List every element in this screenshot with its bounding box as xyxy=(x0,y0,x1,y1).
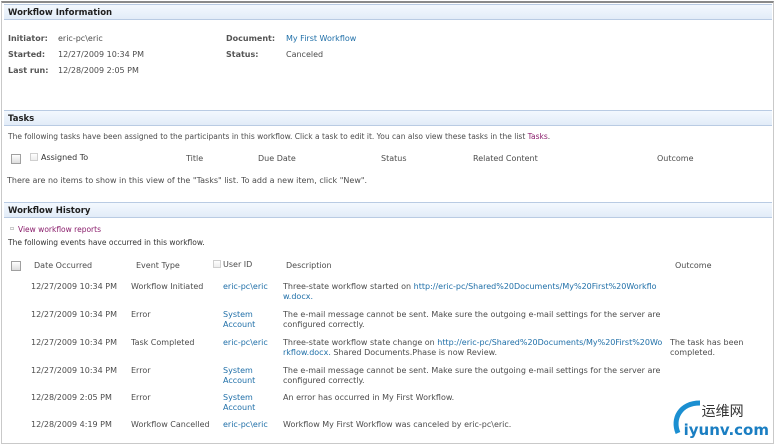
history-intro: The following events have occurred in th… xyxy=(8,238,205,247)
row-date: 12/27/2009 10:34 PM xyxy=(31,366,117,375)
column-date-occurred[interactable]: Date Occurred xyxy=(34,261,92,270)
row-description: Three-state workflow started on http://e… xyxy=(283,282,663,302)
column-event-type[interactable]: Event Type xyxy=(136,261,180,270)
row-description: Three-state workflow state change on htt… xyxy=(283,338,663,358)
watermark-swoosh-icon xyxy=(673,400,700,434)
initiator-value: eric-pc\eric xyxy=(58,34,103,43)
row-event-type: Error xyxy=(131,366,151,375)
column-description[interactable]: Description xyxy=(286,261,332,270)
view-workflow-reports-link[interactable]: View workflow reports xyxy=(18,225,101,234)
column-status[interactable]: Status xyxy=(381,154,407,163)
row-description-text: Three-state workflow started on xyxy=(283,282,414,291)
row-description: The e-mail message cannot be sent. Make … xyxy=(283,310,663,330)
document-link[interactable]: My First Workflow xyxy=(286,34,356,43)
row-description-after: Shared Documents.Phase is now Review. xyxy=(330,348,498,357)
row-date: 12/27/2009 10:34 PM xyxy=(31,282,117,291)
row-user-link[interactable]: eric-pc\eric xyxy=(223,282,281,292)
row-event-type: Workflow Initiated xyxy=(131,282,204,291)
row-date: 12/27/2009 10:34 PM xyxy=(31,338,117,347)
tasks-intro-text: The following tasks have been assigned t… xyxy=(8,132,526,141)
status-value: Canceled xyxy=(286,50,324,59)
column-related-content[interactable]: Related Content xyxy=(473,154,538,163)
started-value: 12/27/2009 10:34 PM xyxy=(58,50,144,59)
select-all-history-checkbox[interactable] xyxy=(11,261,21,271)
row-description-text: The e-mail message cannot be sent. Make … xyxy=(283,366,661,385)
row-event-type: Error xyxy=(131,310,151,319)
row-date: 12/28/2009 2:05 PM xyxy=(31,393,112,402)
tasks-header: Tasks xyxy=(4,110,772,126)
row-description: An error has occurred in My First Workfl… xyxy=(283,393,663,403)
column-outcome-history[interactable]: Outcome xyxy=(675,261,712,270)
row-event-type: Error xyxy=(131,393,151,402)
row-date: 12/27/2009 10:34 PM xyxy=(31,310,117,319)
tasks-intro: The following tasks have been assigned t… xyxy=(8,132,551,141)
bullet-icon: ▫ xyxy=(10,225,15,232)
row-user-link[interactable]: System Account xyxy=(223,366,281,386)
row-user-link[interactable]: System Account xyxy=(223,310,281,330)
tasks-list-link[interactable]: Tasks xyxy=(528,132,548,141)
row-event-type: Workflow Cancelled xyxy=(131,420,210,429)
watermark-logo: 运维网 iyunv.com xyxy=(673,400,769,439)
column-due-date[interactable]: Due Date xyxy=(258,154,296,163)
lastrun-label: Last run: xyxy=(8,66,49,75)
filter-icon xyxy=(213,260,221,268)
document-label: Document: xyxy=(226,34,276,43)
tasks-empty-message: There are no items to show in this view … xyxy=(7,176,368,185)
initiator-label: Initiator: xyxy=(8,34,48,43)
row-outcome: The task has been completed. xyxy=(670,338,744,357)
workflow-history-header: Workflow History xyxy=(4,202,772,218)
row-date: 12/28/2009 4:19 PM xyxy=(31,420,112,429)
column-assigned-to[interactable]: Assigned To xyxy=(41,153,88,162)
row-description: Workflow My First Workflow was canceled … xyxy=(283,420,663,430)
workflow-information-header: Workflow Information xyxy=(4,4,772,20)
select-all-tasks-checkbox[interactable] xyxy=(11,154,21,164)
row-description-text: An error has occurred in My First Workfl… xyxy=(283,393,455,402)
column-outcome[interactable]: Outcome xyxy=(657,154,694,163)
row-user-link[interactable]: eric-pc\eric xyxy=(223,420,281,430)
started-label: Started: xyxy=(8,50,46,59)
column-title[interactable]: Title xyxy=(186,154,203,163)
column-user-id[interactable]: User ID xyxy=(223,260,252,269)
row-user-link[interactable]: System Account xyxy=(223,393,281,413)
status-label: Status: xyxy=(226,50,259,59)
row-description-text: Workflow My First Workflow was canceled … xyxy=(283,420,512,429)
row-description: The e-mail message cannot be sent. Make … xyxy=(283,366,663,386)
row-user-link[interactable]: eric-pc\eric xyxy=(223,338,281,348)
row-event-type: Task Completed xyxy=(131,338,195,347)
row-description-text: Three-state workflow state change on xyxy=(283,338,438,347)
row-description-text: The e-mail message cannot be sent. Make … xyxy=(283,310,661,329)
lastrun-value: 12/28/2009 2:05 PM xyxy=(58,66,139,75)
attachment-icon xyxy=(30,153,38,161)
